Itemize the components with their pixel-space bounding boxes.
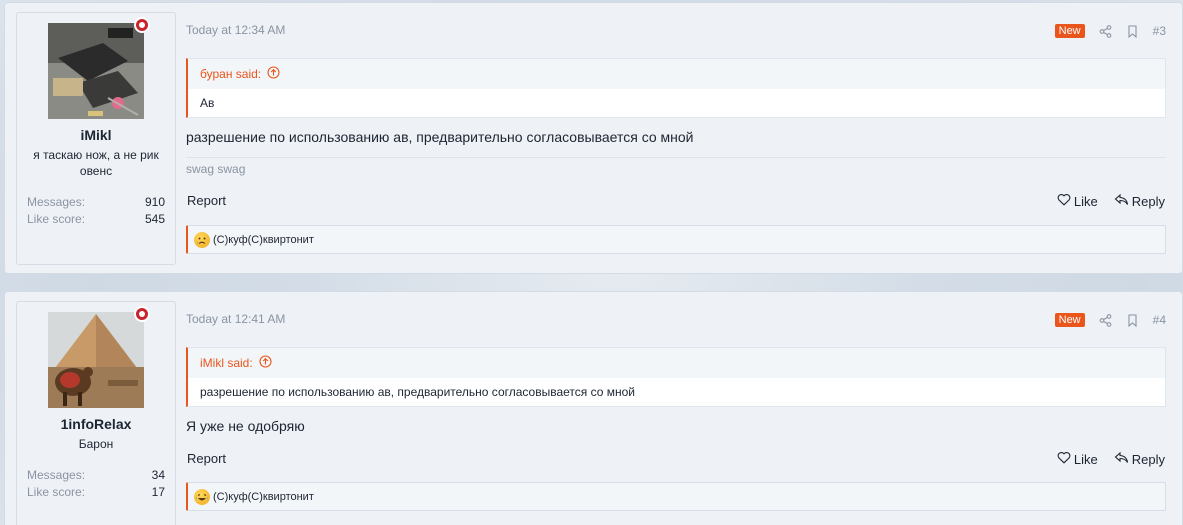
post-actions: Like Reply bbox=[1057, 193, 1165, 209]
post-number[interactable]: #4 bbox=[1153, 313, 1166, 327]
reply-button[interactable]: Reply bbox=[1114, 193, 1165, 209]
messages-value: 910 bbox=[144, 195, 165, 209]
user-info-panel: iMikl я таскаю нож, а не рик овенс Messa… bbox=[16, 12, 176, 265]
post-date[interactable]: Today at 12:41 AM bbox=[186, 312, 285, 326]
signature-divider bbox=[186, 157, 1166, 158]
messages-label: Messages: bbox=[27, 468, 86, 482]
post-number[interactable]: #3 bbox=[1153, 24, 1166, 38]
like-score-value: 17 bbox=[151, 485, 165, 499]
messages-stat: Messages: 34 bbox=[27, 468, 165, 482]
avatar[interactable] bbox=[48, 312, 144, 408]
like-score-label: Like score: bbox=[27, 485, 86, 499]
reply-label: Reply bbox=[1131, 451, 1165, 467]
quote-header[interactable]: буран said: bbox=[200, 66, 280, 82]
signature: swag swag bbox=[186, 162, 246, 176]
sad-emoji-icon bbox=[194, 231, 210, 248]
report-button[interactable]: Report bbox=[187, 193, 226, 208]
like-score-value: 545 bbox=[144, 212, 165, 226]
heart-icon bbox=[1057, 193, 1071, 209]
online-status-icon bbox=[134, 306, 150, 322]
laughing-emoji-icon bbox=[194, 488, 210, 505]
messages-value: 34 bbox=[151, 468, 165, 482]
reaction-users[interactable]: (C)куф(C)квиртонит bbox=[213, 491, 314, 503]
user-title: я таскаю нож, а не рик овенс bbox=[33, 148, 159, 178]
quote-text: разрешение по использованию ав, предвари… bbox=[188, 378, 1165, 406]
new-badge: New bbox=[1054, 24, 1085, 38]
heart-icon bbox=[1057, 451, 1071, 467]
user-title: Барон bbox=[78, 437, 114, 451]
quote-block: буран said: Ав bbox=[186, 58, 1166, 118]
reactions-bar[interactable]: (C)куф(C)квиртонит bbox=[186, 482, 1166, 511]
like-score-label: Like score: bbox=[27, 212, 86, 226]
like-button[interactable]: Like bbox=[1057, 451, 1098, 467]
like-score-stat: Like score: 17 bbox=[27, 485, 165, 499]
post: 1infoRelax Барон Messages: 34 Like score… bbox=[4, 291, 1183, 525]
post-body: Я уже не одобряю bbox=[186, 418, 305, 434]
arrow-up-circle-icon[interactable] bbox=[267, 66, 280, 82]
messages-label: Messages: bbox=[27, 195, 86, 209]
user-info-panel: 1infoRelax Барон Messages: 34 Like score… bbox=[16, 301, 176, 525]
new-badge: New bbox=[1054, 313, 1085, 327]
messages-stat: Messages: 910 bbox=[27, 195, 165, 209]
post-meta-actions: New #4 bbox=[1054, 312, 1166, 328]
quote-block: iMikl said: разрешение по использованию … bbox=[186, 347, 1166, 407]
reply-button[interactable]: Reply bbox=[1114, 451, 1165, 467]
avatar[interactable] bbox=[48, 23, 144, 119]
post-body: разрешение по использованию ав, предвари… bbox=[186, 129, 694, 145]
share-icon[interactable] bbox=[1099, 313, 1112, 327]
bookmark-icon[interactable] bbox=[1126, 313, 1139, 327]
post-meta-actions: New #3 bbox=[1054, 23, 1166, 39]
reply-arrow-icon bbox=[1114, 193, 1129, 209]
post-actions: Like Reply bbox=[1057, 451, 1165, 467]
like-label: Like bbox=[1073, 193, 1098, 209]
like-score-stat: Like score: 545 bbox=[27, 212, 165, 226]
bookmark-icon[interactable] bbox=[1126, 24, 1139, 38]
quote-text: Ав bbox=[188, 89, 1165, 117]
arrow-up-circle-icon[interactable] bbox=[259, 355, 272, 371]
reply-label: Reply bbox=[1131, 193, 1165, 209]
username[interactable]: 1infoRelax bbox=[17, 416, 175, 432]
reply-arrow-icon bbox=[1114, 451, 1129, 467]
post-date[interactable]: Today at 12:34 AM bbox=[186, 23, 285, 37]
online-status-icon bbox=[134, 17, 150, 33]
like-label: Like bbox=[1073, 451, 1098, 467]
quote-header[interactable]: iMikl said: bbox=[200, 355, 272, 371]
report-button[interactable]: Report bbox=[187, 451, 226, 466]
reactions-bar[interactable]: (C)куф(C)квиртонит bbox=[186, 225, 1166, 254]
like-button[interactable]: Like bbox=[1057, 193, 1098, 209]
reaction-users[interactable]: (C)куф(C)квиртонит bbox=[213, 234, 314, 246]
post: iMikl я таскаю нож, а не рик овенс Messa… bbox=[4, 2, 1183, 274]
quote-author[interactable]: iMikl said: bbox=[200, 356, 253, 370]
username[interactable]: iMikl bbox=[17, 127, 175, 143]
share-icon[interactable] bbox=[1099, 24, 1112, 38]
quote-author[interactable]: буран said: bbox=[200, 67, 261, 81]
